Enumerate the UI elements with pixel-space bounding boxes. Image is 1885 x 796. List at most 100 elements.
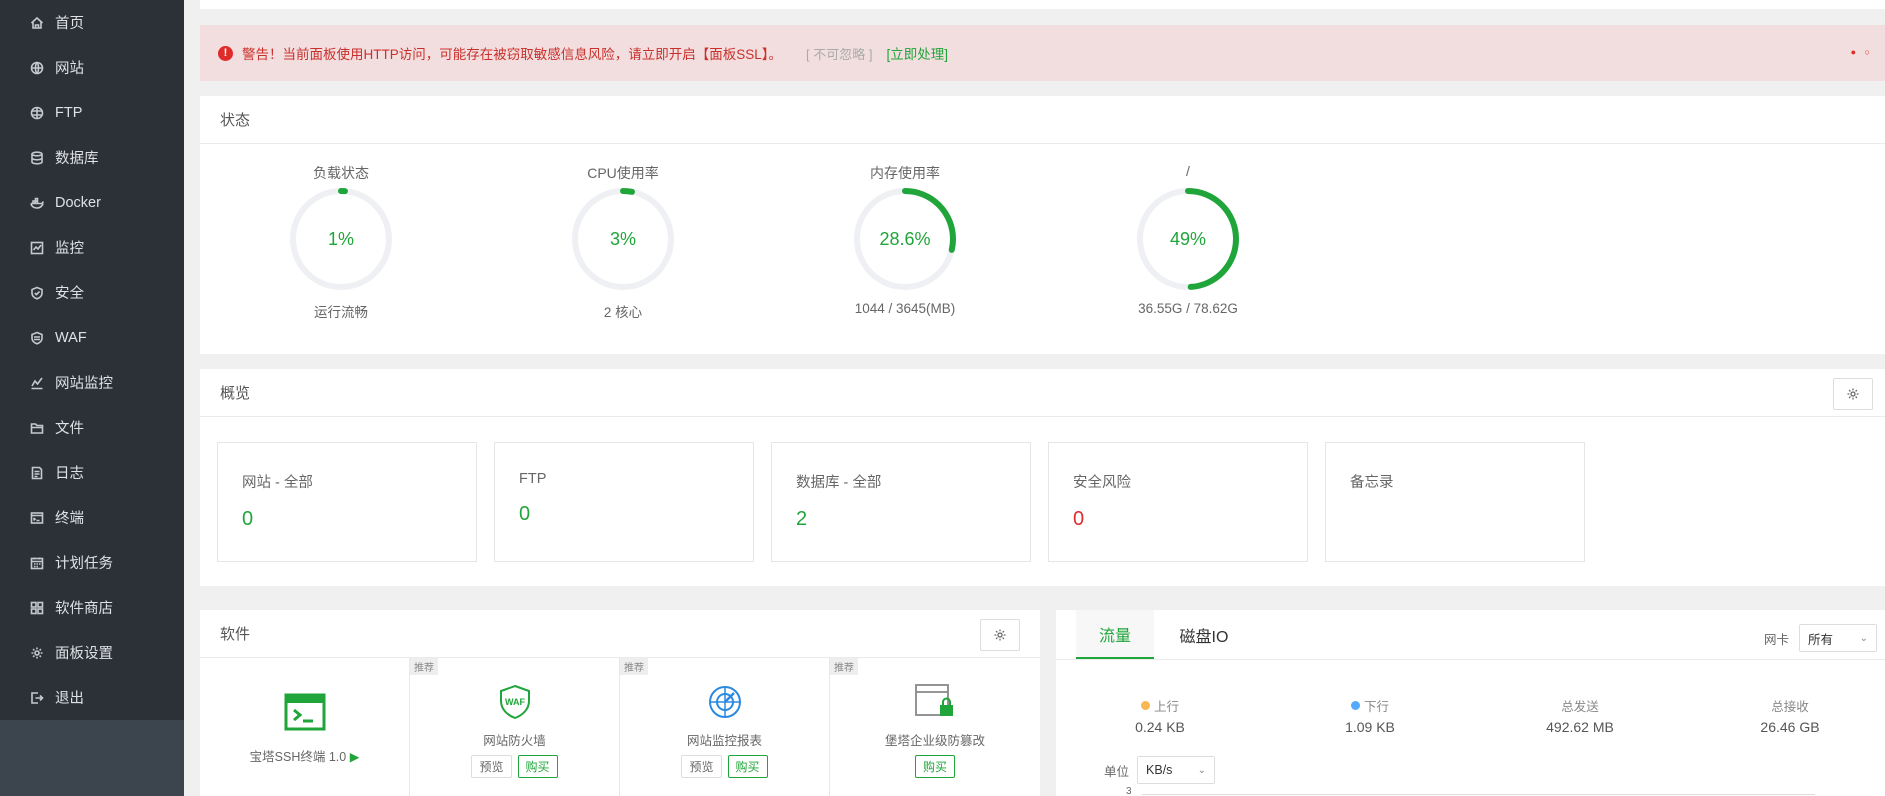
overview-title: 概览 <box>200 369 1885 417</box>
stat-value: 492.62 MB <box>1546 719 1614 735</box>
svg-text:WAF: WAF <box>505 697 525 707</box>
overview-box-value: 0 <box>519 503 531 525</box>
gauge-value: 28.6% <box>879 229 930 249</box>
buy-button[interactable]: 购买 <box>727 755 768 778</box>
software-item-name-text: 宝塔SSH终端 1.0 <box>249 750 347 764</box>
sidebar-item-website[interactable]: 网站 <box>0 45 184 90</box>
sidebar-item-site-monitor[interactable]: 网站监控 <box>0 360 184 405</box>
sidebar-item-label: 安全 <box>55 286 84 302</box>
chart-gridline <box>1142 794 1815 795</box>
sidebar-item-logs[interactable]: 日志 <box>0 450 184 495</box>
sidebar-item-label: 软件商店 <box>55 601 113 617</box>
top-bar <box>200 0 1885 9</box>
gauge-title: / <box>1186 163 1190 179</box>
traffic-tabs: 流量 磁盘IO 网卡 所有 ⌄ <box>1056 610 1885 660</box>
overview-box-database[interactable]: 数据库 - 全部 2 <box>771 442 1031 562</box>
sidebar-item-label: 监控 <box>55 241 84 257</box>
stat-value: 26.46 GB <box>1760 719 1820 735</box>
software-item-name: 网站防火墙 <box>483 734 546 748</box>
carousel-dots-icon[interactable]: ● ○ <box>1851 47 1873 57</box>
radar-icon <box>703 680 747 724</box>
sidebar-item-files[interactable]: 文件 <box>0 405 184 450</box>
overview-box-ftp[interactable]: FTP 0 <box>494 442 754 562</box>
sidebar-item-terminal[interactable]: 终端 <box>0 495 184 540</box>
gauge-value: 1% <box>328 229 354 249</box>
exclamation-icon: ! <box>218 45 233 61</box>
software-card: 软件 宝塔SSH终端 1.0 ▶ 推荐 WAF 网站防火墙 预览 购买 推荐 网… <box>200 610 1040 796</box>
chevron-down-icon: ⌄ <box>1859 632 1868 644</box>
sidebar-item-waf[interactable]: WAF <box>0 315 184 360</box>
stat-download: 下行 1.09 KB <box>1290 696 1450 735</box>
home-icon <box>30 16 44 30</box>
nic-select[interactable]: 所有 ⌄ <box>1799 624 1877 652</box>
chart-line-icon <box>30 376 44 390</box>
download-dot-icon <box>1350 701 1360 710</box>
apps-icon <box>30 601 44 615</box>
sidebar-item-security[interactable]: 安全 <box>0 270 184 315</box>
gauge-load[interactable]: 负载状态 1% 运行流畅 <box>261 144 421 321</box>
buy-button[interactable]: 购买 <box>517 755 558 778</box>
overview-box-memo[interactable]: 备忘录 <box>1325 442 1585 562</box>
overview-box-security-risk[interactable]: 安全风险 0 <box>1048 442 1308 562</box>
chevron-down-icon: ⌄ <box>1197 764 1207 776</box>
gauge-ring: 1% <box>290 188 392 290</box>
sidebar-item-home[interactable]: 首页 <box>0 0 184 45</box>
status-card: 状态 负载状态 1% 运行流畅 CPU使用率 3% 2 核心 内存使用率 28.… <box>200 96 1885 354</box>
software-item-actions: 预览 购买 <box>620 755 829 778</box>
stat-label: 总接收 <box>1710 696 1870 715</box>
sidebar-item-monitor[interactable]: 监控 <box>0 225 184 270</box>
gauge-title: 内存使用率 <box>870 165 940 181</box>
globe-icon <box>30 61 44 75</box>
sidebar-item-cron[interactable]: 计划任务 <box>0 540 184 585</box>
stat-total-received: 总接收 26.46 GB <box>1710 696 1870 735</box>
preview-button[interactable]: 预览 <box>681 755 722 778</box>
play-icon[interactable]: ▶ <box>350 750 360 764</box>
tab-traffic[interactable]: 流量 <box>1076 610 1154 659</box>
software-item-name: 堡塔企业级防篡改 <box>884 734 985 748</box>
software-settings-button[interactable] <box>980 619 1020 651</box>
software-item-ssh[interactable]: 宝塔SSH终端 1.0 ▶ <box>200 658 410 796</box>
sidebar-item-label: 数据库 <box>55 151 99 167</box>
software-item-waf[interactable]: 推荐 WAF 网站防火墙 预览 购买 <box>410 658 620 796</box>
gauge-value: 49% <box>1170 229 1206 249</box>
gear-icon <box>30 646 44 660</box>
tab-disk-io[interactable]: 磁盘IO <box>1154 610 1254 659</box>
overview-box-value: 2 <box>796 508 808 530</box>
software-item-name: 宝塔SSH终端 1.0 ▶ <box>200 746 409 765</box>
sidebar-item-logout[interactable]: 退出 <box>0 675 184 720</box>
software-item-name: 网站监控报表 <box>686 734 762 748</box>
overview-settings-button[interactable] <box>1833 378 1873 410</box>
gauge-memory[interactable]: 内存使用率 28.6% 1044 / 3645(MB) <box>825 144 985 316</box>
sidebar-item-ftp[interactable]: FTP <box>0 90 184 135</box>
gauge-disk[interactable]: / 49% 36.55G / 78.62G <box>1108 144 1268 316</box>
unit-select-value: KB/s <box>1146 763 1173 777</box>
software-item-site-report[interactable]: 推荐 网站监控报表 预览 购买 <box>620 658 830 796</box>
docker-icon <box>30 196 44 210</box>
sidebar-item-label: 文件 <box>55 421 84 437</box>
gauge-ring: 3% <box>572 188 674 290</box>
unit-selector: 单位 KB/s ⌄ <box>1104 756 1216 784</box>
recommend-badge: 推荐 <box>620 658 648 675</box>
sidebar-item-label: WAF <box>55 329 87 346</box>
overview-box-websites[interactable]: 网站 - 全部 0 <box>217 442 477 562</box>
sidebar-item-app-store[interactable]: 软件商店 <box>0 585 184 630</box>
sidebar-item-docker[interactable]: Docker <box>0 180 184 225</box>
sidebar-item-label: 网站监控 <box>55 376 113 392</box>
sidebar-item-database[interactable]: 数据库 <box>0 135 184 180</box>
unit-select[interactable]: KB/s ⌄ <box>1137 756 1216 784</box>
gauge-cpu[interactable]: CPU使用率 3% 2 核心 <box>543 144 703 321</box>
gauge-sub: 36.55G / 78.62G <box>1138 301 1238 316</box>
gauge-value: 3% <box>610 229 636 249</box>
software-item-tamper-proof[interactable]: 推荐 堡塔企业级防篡改 购买 <box>830 658 1040 796</box>
database-icon <box>30 150 44 165</box>
alert-handle-link[interactable]: [立即处理] <box>886 43 948 63</box>
overview-box-label: FTP <box>519 471 547 487</box>
terminal-icon <box>30 511 44 525</box>
recommend-badge: 推荐 <box>410 658 438 675</box>
waf-shield-icon: WAF <box>493 680 537 724</box>
stat-total-sent: 总发送 492.62 MB <box>1500 696 1660 735</box>
buy-button[interactable]: 购买 <box>914 755 955 778</box>
preview-button[interactable]: 预览 <box>471 755 512 778</box>
sidebar-item-panel-settings[interactable]: 面板设置 <box>0 630 184 675</box>
alert-ignore-label: [ 不可忽略 ] <box>806 46 873 62</box>
